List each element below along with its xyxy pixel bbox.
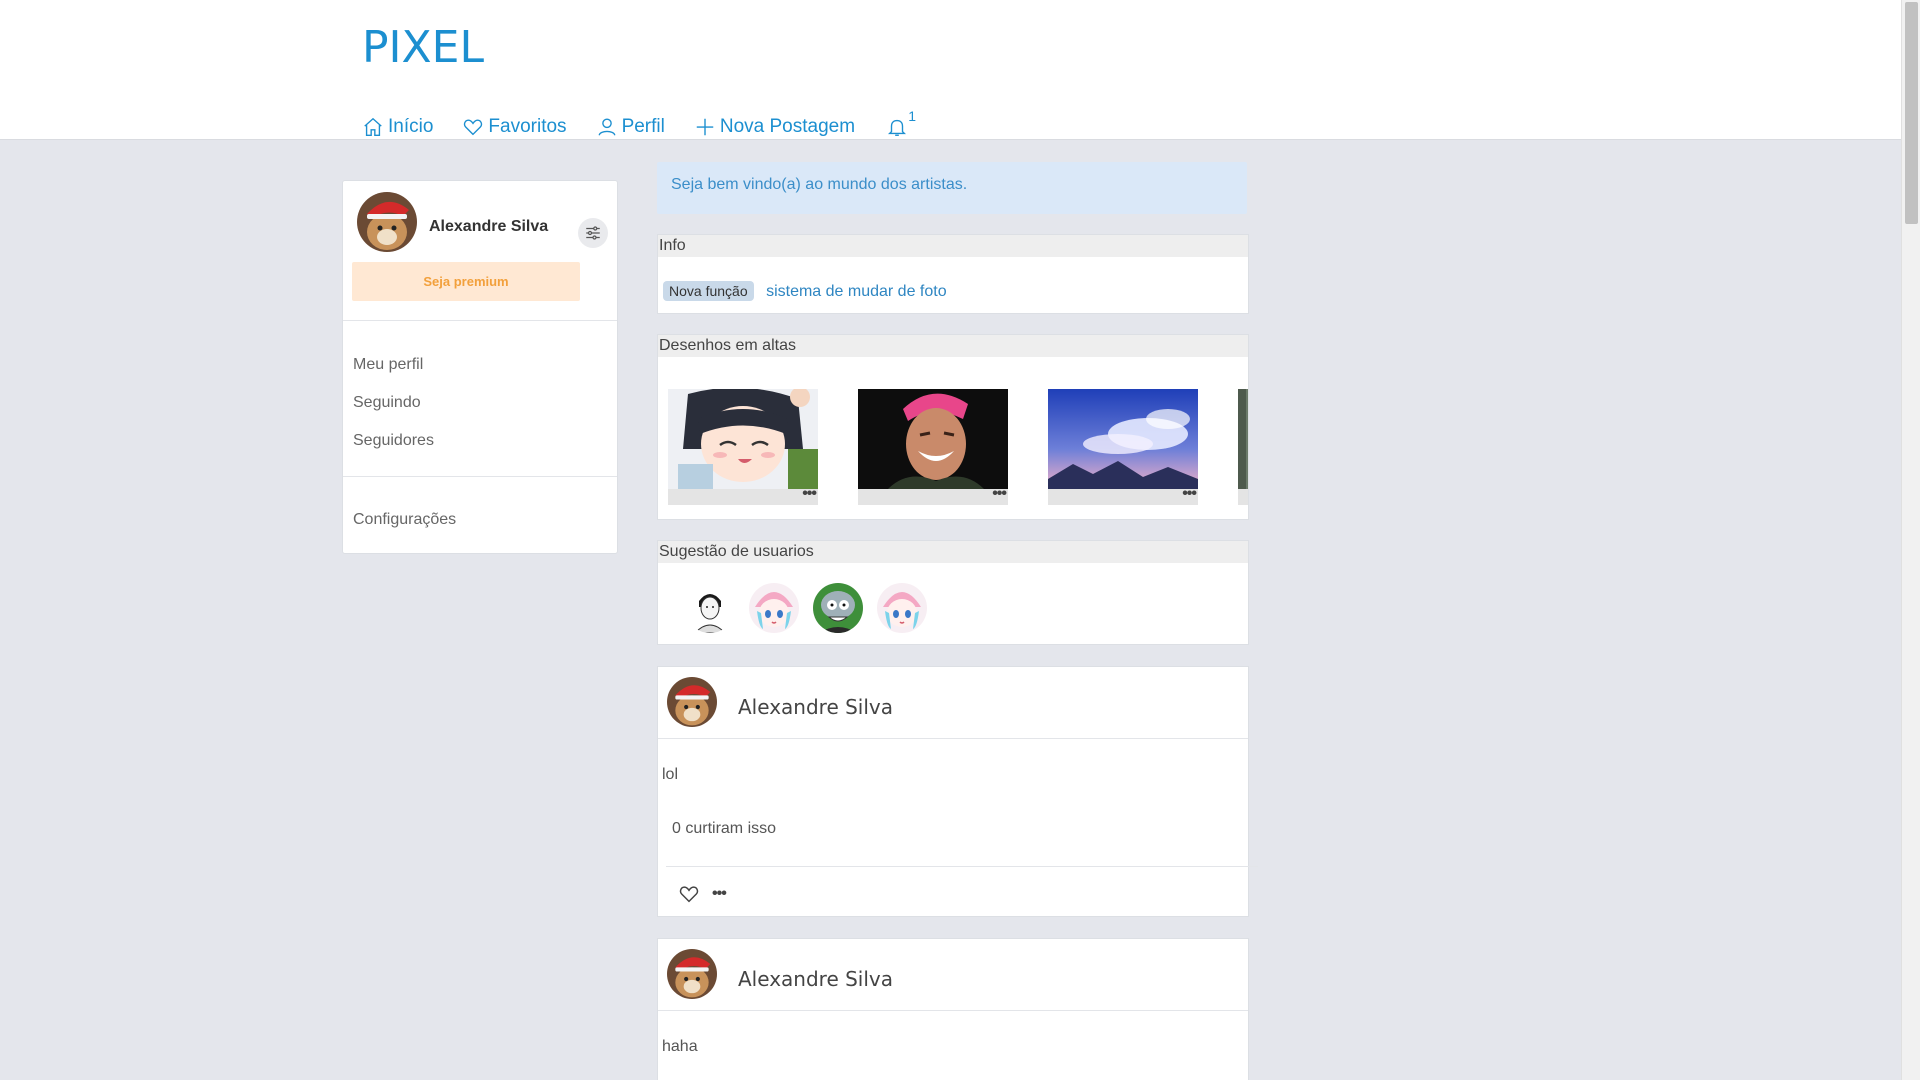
trending-drawing[interactable]: •••: [668, 389, 818, 505]
post-header: Alexandre Silva: [658, 939, 1248, 1011]
avatar[interactable]: [667, 949, 717, 999]
welcome-banner: Seja bem vindo(a) ao mundo dos artistas.: [657, 162, 1247, 214]
scrollbar-thumb[interactable]: [1905, 2, 1918, 224]
profile-sidebar: Alexandre Silva Seja premium Meu perfil …: [342, 180, 618, 554]
post-like-count: 0 curtiram isso: [672, 820, 777, 837]
profile-settings-button[interactable]: [578, 218, 608, 248]
post-footer-divider: [666, 866, 1258, 867]
heart-icon: [464, 119, 483, 136]
suggested-user-avatar[interactable]: [749, 583, 799, 633]
user-name[interactable]: Alexandre Silva: [429, 218, 548, 236]
suggestions-card-title: Sugestão de usuarios: [658, 541, 1248, 563]
info-link[interactable]: sistema de mudar de foto: [766, 283, 947, 300]
trending-card: Desenhos em altas ••• ••• •••: [657, 334, 1249, 520]
notifications-button[interactable]: 1: [886, 108, 916, 138]
post-header: Alexandre Silva: [658, 667, 1248, 739]
avatar[interactable]: [667, 677, 717, 727]
more-options-icon[interactable]: •••: [712, 885, 727, 903]
sliders-icon: [586, 226, 600, 240]
info-card: Info Nova função sistema de mudar de fot…: [657, 234, 1249, 314]
more-options-icon[interactable]: •••: [1182, 485, 1197, 503]
top-header: PIXEL Início Favoritos Perfil Nova Posta…: [0, 0, 1901, 140]
home-icon: [364, 117, 382, 136]
plus-icon: [696, 118, 714, 136]
heart-icon[interactable]: [678, 883, 700, 905]
nav-nova-postagem-label: Nova Postagem: [719, 116, 856, 137]
trending-drawing[interactable]: •••: [1048, 389, 1198, 505]
sidebar-divider: [343, 476, 617, 477]
suggestions-card: Sugestão de usuarios: [657, 540, 1249, 645]
info-card-title: Info: [658, 235, 1248, 257]
trending-card-title: Desenhos em altas: [658, 335, 1248, 357]
avatar[interactable]: [357, 192, 417, 252]
suggested-user-avatar[interactable]: [877, 583, 927, 633]
post-card: Alexandre Silva lol 0 curtiram isso •••: [657, 666, 1258, 917]
nav-favoritos[interactable]: Favoritos: [462, 116, 567, 138]
sidebar-item-configuracoes[interactable]: Configurações: [353, 511, 456, 529]
post-text: haha: [662, 1038, 698, 1055]
more-options-icon[interactable]: •••: [802, 485, 817, 503]
nav-inicio-label: Início: [388, 116, 434, 137]
premium-button[interactable]: Seja premium: [352, 262, 580, 301]
trending-drawing[interactable]: •••: [858, 389, 1008, 505]
sidebar-item-seguindo[interactable]: Seguindo: [353, 394, 421, 412]
sidebar-divider: [343, 320, 617, 321]
page-scrollbar[interactable]: [1901, 0, 1920, 1080]
nav-perfil-label: Perfil: [621, 116, 665, 137]
suggested-user-avatar[interactable]: [685, 583, 735, 633]
post-author[interactable]: Alexandre Silva: [738, 967, 893, 991]
nav-perfil[interactable]: Perfil: [596, 116, 665, 138]
suggested-user-avatar[interactable]: [813, 583, 863, 633]
nav-inicio[interactable]: Início: [362, 116, 433, 138]
more-options-icon[interactable]: •••: [992, 485, 1007, 503]
post-author[interactable]: Alexandre Silva: [738, 695, 893, 719]
bell-icon: [888, 119, 907, 136]
brand-logo[interactable]: PIXEL: [362, 22, 484, 73]
trending-drawing[interactable]: [1238, 389, 1248, 505]
nav-favoritos-label: Favoritos: [488, 116, 567, 137]
post-text: lol: [662, 766, 679, 783]
sidebar-item-seguidores[interactable]: Seguidores: [353, 432, 434, 450]
post-card: Alexandre Silva haha: [657, 938, 1249, 1080]
user-icon: [598, 118, 616, 136]
new-feature-badge: Nova função: [663, 281, 754, 301]
sidebar-item-meu-perfil[interactable]: Meu perfil: [353, 356, 423, 374]
nav-nova-postagem[interactable]: Nova Postagem: [694, 116, 855, 138]
main-nav: Início Favoritos Perfil Nova Postagem 1: [362, 106, 937, 138]
notification-count: 1: [908, 108, 917, 124]
